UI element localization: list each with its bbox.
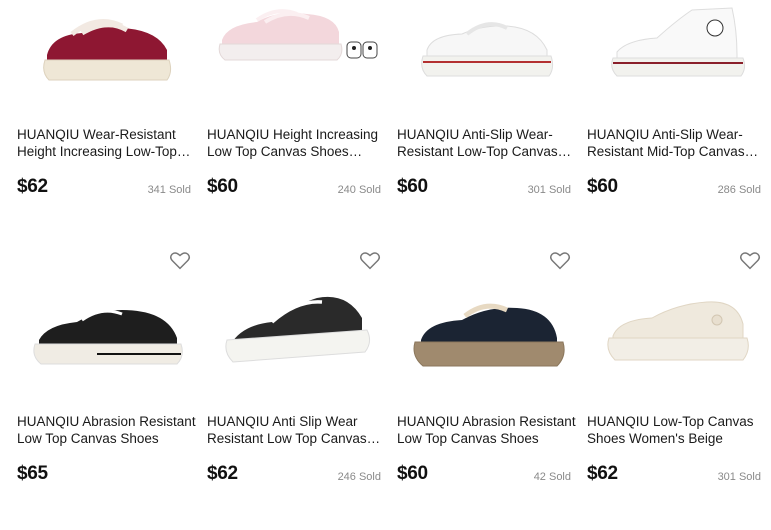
product-image[interactable] <box>587 0 769 110</box>
product-price: $65 <box>17 463 48 484</box>
product-card[interactable]: HUANQIU Abrasion Resistant Low Top Canva… <box>17 252 199 530</box>
shoe-accessory <box>368 46 372 50</box>
product-price: $60 <box>397 176 428 197</box>
product-title[interactable]: HUANQIU Wear-Resistant Height Increasing… <box>17 126 199 160</box>
product-card[interactable]: HUANQIU Anti-Slip Wear-Resistant Mid-Top… <box>587 0 769 270</box>
shoe-image <box>413 303 565 367</box>
product-grid: HUANQIU Wear-Resistant Height Increasing… <box>0 0 771 519</box>
product-image[interactable] <box>207 0 389 110</box>
product-price: $62 <box>207 463 238 484</box>
shoe-image <box>33 309 183 365</box>
product-card[interactable]: HUANQIU Wear-Resistant Height Increasing… <box>17 0 199 270</box>
product-price: $60 <box>207 176 238 197</box>
shoe-upper <box>421 307 557 346</box>
shoe-sole <box>218 43 343 61</box>
shoe-upper <box>426 25 548 59</box>
product-image[interactable] <box>397 0 579 110</box>
product-price: $60 <box>587 176 618 197</box>
heart-outline-icon[interactable] <box>549 250 571 272</box>
ankle-patch <box>706 19 724 37</box>
product-image[interactable] <box>17 280 199 390</box>
shoe-accessory <box>352 46 356 50</box>
shoe-upper <box>612 301 744 341</box>
product-price: $62 <box>587 463 618 484</box>
product-price: $60 <box>397 463 428 484</box>
sold-count: 341 Sold <box>147 184 191 196</box>
product-card[interactable]: HUANQIU Anti-Slip Wear-Resistant Low-Top… <box>397 0 579 270</box>
shoe-image <box>218 9 378 61</box>
shoe-upper <box>39 310 177 348</box>
shoe-image <box>607 301 749 361</box>
product-title[interactable]: HUANQIU Abrasion Resistant Low Top Canva… <box>397 413 579 447</box>
product-title[interactable]: HUANQIU Anti-Slip Wear-Resistant Mid-Top… <box>587 126 769 160</box>
product-card[interactable]: HUANQIU Anti Slip Wear Resistant Low Top… <box>207 252 389 530</box>
shoe-upper <box>47 27 167 63</box>
product-title[interactable]: HUANQIU Low-Top Canvas Shoes Women's Bei… <box>587 413 769 447</box>
shoe-sole <box>413 341 565 367</box>
product-image[interactable] <box>207 280 389 390</box>
sold-count: 240 Sold <box>337 184 381 196</box>
product-title[interactable]: HUANQIU Height Increasing Low Top Canvas… <box>207 126 389 160</box>
product-image[interactable] <box>587 280 769 390</box>
shoe-sole <box>43 59 172 81</box>
product-card[interactable]: HUANQIU Abrasion Resistant Low Top Canva… <box>397 252 579 530</box>
product-image[interactable] <box>17 0 199 110</box>
sold-count: 301 Sold <box>527 184 571 196</box>
heart-outline-icon[interactable] <box>169 250 191 272</box>
product-image[interactable] <box>397 280 579 390</box>
product-card[interactable]: HUANQIU Low-Top Canvas Shoes Women's Bei… <box>587 252 769 530</box>
shoe-upper <box>222 13 339 48</box>
sold-count: 246 Sold <box>337 471 381 483</box>
product-price: $62 <box>17 176 48 197</box>
sold-count: 286 Sold <box>717 184 761 196</box>
shoe-image <box>611 7 746 77</box>
sold-count: 301 Sold <box>717 471 761 483</box>
shoe-image <box>421 22 554 77</box>
sold-count: 42 Sold <box>533 471 571 483</box>
shoe-sole <box>607 337 749 361</box>
product-card[interactable]: HUANQIU Height Increasing Low Top Canvas… <box>207 0 389 270</box>
shoe-sole <box>611 57 746 77</box>
shoe-detail <box>711 314 723 326</box>
heart-outline-icon[interactable] <box>359 250 381 272</box>
shoe-image <box>43 19 172 81</box>
product-title[interactable]: HUANQIU Anti-Slip Wear-Resistant Low-Top… <box>397 126 579 160</box>
shoe-image <box>225 296 371 363</box>
heart-outline-icon[interactable] <box>739 250 761 272</box>
shoe-sole <box>421 55 554 77</box>
product-title[interactable]: HUANQIU Abrasion Resistant Low Top Canva… <box>17 413 199 447</box>
product-title[interactable]: HUANQIU Anti Slip Wear Resistant Low Top… <box>207 413 389 447</box>
